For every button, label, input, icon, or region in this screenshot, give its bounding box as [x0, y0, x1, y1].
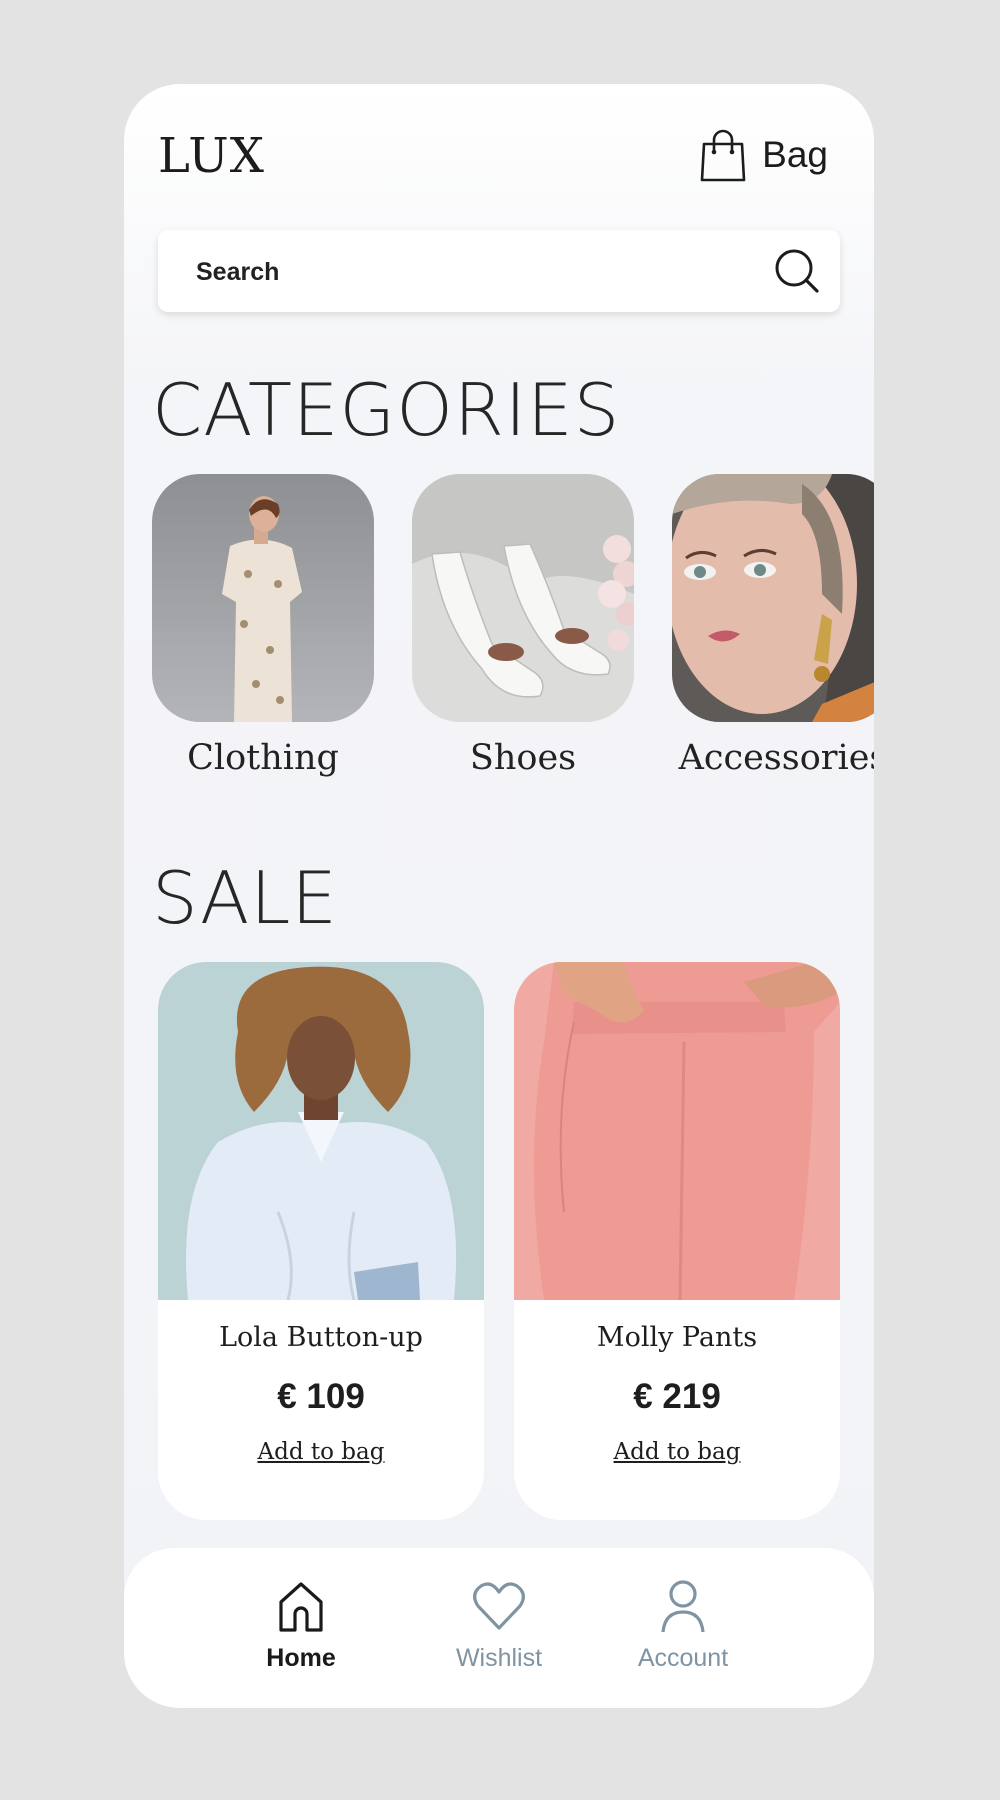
bag-label: Bag: [762, 134, 828, 175]
product-price: € 219: [633, 1377, 721, 1416]
nav-label: Account: [637, 1644, 729, 1672]
shopping-bag-icon: [700, 129, 746, 182]
category-label: Shoes: [469, 738, 577, 778]
product-price: € 109: [277, 1377, 365, 1416]
add-to-bag-button[interactable]: Add to bag: [158, 1439, 484, 1465]
app-screen: LUX Bag CATEGORIES: [124, 84, 874, 1708]
nav-label: Wishlist: [455, 1644, 543, 1672]
category-accessories[interactable]: Accessories: [672, 474, 874, 778]
product-card-molly[interactable]: Molly Pants € 219 Add to bag: [514, 962, 840, 1520]
category-label: Accessories: [678, 738, 874, 778]
sale-title: SALE: [152, 856, 338, 940]
home-icon: [279, 1582, 323, 1632]
categories-title: CATEGORIES: [152, 368, 621, 452]
bottom-nav: Home Wishlist Account: [124, 1548, 874, 1708]
bag-button[interactable]: Bag: [700, 128, 828, 182]
product-card-lola[interactable]: Lola Button-up € 109 Add to bag: [158, 962, 484, 1520]
product-name: Molly Pants: [596, 1322, 758, 1353]
category-label: Clothing: [187, 738, 339, 778]
clothing-image: [152, 474, 374, 722]
nav-home[interactable]: Home: [216, 1578, 386, 1673]
add-to-bag-button[interactable]: Add to bag: [514, 1439, 840, 1465]
accessories-image: [672, 474, 874, 722]
nav-account[interactable]: Account: [598, 1578, 768, 1673]
brand-logo[interactable]: LUX: [158, 128, 265, 184]
nav-wishlist[interactable]: Wishlist: [414, 1578, 584, 1673]
product-image: [158, 962, 484, 1300]
user-icon: [661, 1580, 705, 1633]
category-clothing[interactable]: Clothing: [152, 474, 374, 778]
product-name: Lola Button-up: [219, 1322, 423, 1353]
product-image: [514, 962, 840, 1300]
shoes-image: [412, 474, 634, 722]
search-icon[interactable]: [774, 248, 820, 294]
search-input[interactable]: [194, 230, 758, 314]
category-shoes[interactable]: Shoes: [412, 474, 634, 778]
nav-label: Home: [266, 1644, 336, 1672]
search-bar: [158, 230, 840, 314]
heart-icon: [473, 1582, 525, 1630]
